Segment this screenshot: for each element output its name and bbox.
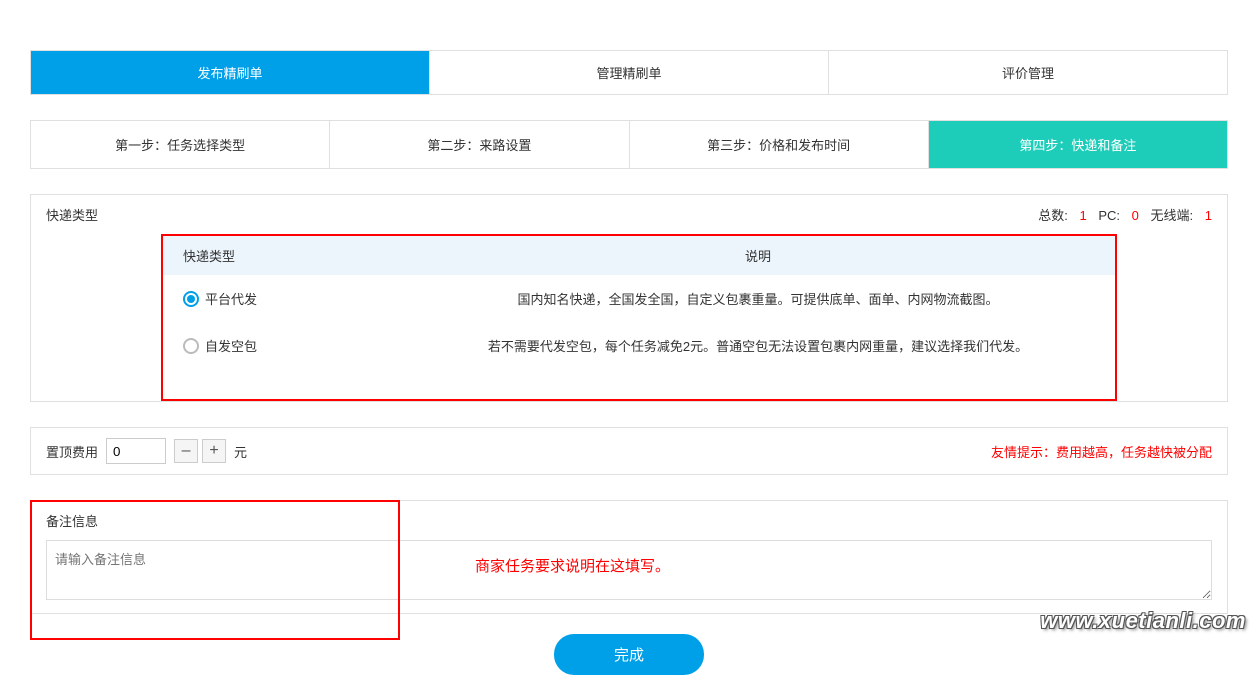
stat-total-value: 1	[1080, 208, 1087, 223]
table-header-row: 快递类型 说明	[163, 236, 1115, 275]
top-fee-label: 置顶费用	[46, 442, 98, 461]
radio-platform-send[interactable]: 平台代发	[183, 289, 381, 308]
express-highlight-box: 快递类型 说明 平台代发 国内知名快递，全国发全国，自定义包裹重量。可提供底单、…	[161, 234, 1117, 401]
table-row: 自发空包 若不需要代发空包，每个任务减免2元。普通空包无法设置包裹内网重量，建议…	[163, 322, 1115, 369]
express-panel: 快递类型 总数: 1 PC: 0 无线端: 1 快递类型 说明	[30, 194, 1228, 402]
main-tabs: 发布精刷单 管理精刷单 评价管理	[30, 50, 1228, 95]
th-desc: 说明	[401, 236, 1115, 275]
step-tab-3[interactable]: 第三步：价格和发布时间	[629, 121, 928, 168]
top-fee-tip: 友情提示：费用越高，任务越快被分配	[991, 442, 1212, 461]
radio-icon	[183, 338, 199, 354]
top-fee-unit: 元	[234, 442, 247, 461]
radio-label: 自发空包	[205, 336, 257, 355]
table-row: 平台代发 国内知名快递，全国发全国，自定义包裹重量。可提供底单、面单、内网物流截…	[163, 275, 1115, 322]
radio-label: 平台代发	[205, 289, 257, 308]
stat-mobile-value: 1	[1205, 208, 1212, 223]
main-tab-publish[interactable]: 发布精刷单	[31, 51, 429, 94]
th-type: 快递类型	[163, 236, 401, 275]
stat-pc-value: 0	[1132, 208, 1139, 223]
express-table: 快递类型 说明 平台代发 国内知名快递，全国发全国，自定义包裹重量。可提供底单、…	[163, 236, 1115, 369]
stepper-plus-button[interactable]: +	[202, 439, 226, 463]
express-panel-title: 快递类型	[46, 205, 98, 224]
stats: 总数: 1 PC: 0 无线端: 1	[1030, 205, 1212, 224]
radio-icon	[183, 291, 199, 307]
main-tab-review[interactable]: 评价管理	[828, 51, 1227, 94]
step-tab-1[interactable]: 第一步：任务选择类型	[31, 121, 329, 168]
stat-total-label: 总数:	[1038, 208, 1068, 223]
stat-pc-label: PC:	[1098, 208, 1120, 223]
radio-self-send[interactable]: 自发空包	[183, 336, 381, 355]
main-tab-manage[interactable]: 管理精刷单	[429, 51, 828, 94]
remark-title: 备注信息	[46, 511, 1212, 530]
stepper-minus-button[interactable]: –	[174, 439, 198, 463]
step-tab-2[interactable]: 第二步：来路设置	[329, 121, 628, 168]
step-tabs: 第一步：任务选择类型 第二步：来路设置 第三步：价格和发布时间 第四步：快递和备…	[30, 120, 1228, 169]
row-desc: 国内知名快递，全国发全国，自定义包裹重量。可提供底单、面单、内网物流截图。	[401, 275, 1115, 322]
step-tab-4[interactable]: 第四步：快递和备注	[928, 121, 1227, 168]
stat-mobile-label: 无线端:	[1151, 208, 1194, 223]
remark-note: 商家任务要求说明在这填写。	[475, 555, 670, 576]
top-fee-input[interactable]	[106, 438, 166, 464]
top-fee-panel: 置顶费用 – + 元 友情提示：费用越高，任务越快被分配	[30, 427, 1228, 475]
submit-button[interactable]: 完成	[554, 634, 704, 675]
row-desc: 若不需要代发空包，每个任务减免2元。普通空包无法设置包裹内网重量，建议选择我们代…	[401, 322, 1115, 369]
